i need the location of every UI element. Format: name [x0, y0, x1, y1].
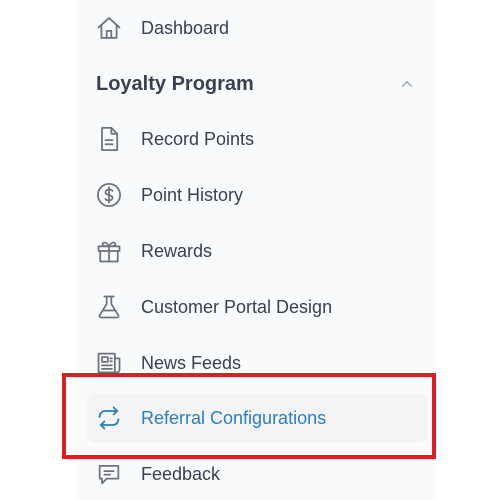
sidebar: Dashboard Loyalty Program Record Points …	[76, 0, 436, 500]
sidebar-item-referral-configurations[interactable]: Referral Configurations	[86, 393, 428, 443]
loyalty-program-section-header[interactable]: Loyalty Program	[96, 62, 418, 106]
sidebar-item-customer-portal-design[interactable]: Customer Portal Design	[86, 282, 428, 332]
gift-icon	[94, 236, 124, 266]
document-icon	[94, 124, 124, 154]
sidebar-item-label: Dashboard	[141, 17, 230, 38]
sidebar-item-label: Referral Configurations	[141, 407, 327, 428]
sidebar-item-label: Record Points	[141, 128, 255, 149]
sidebar-item-record-points[interactable]: Record Points	[86, 114, 428, 164]
chevron-up-icon[interactable]	[396, 73, 418, 95]
dollar-circle-icon	[94, 180, 124, 210]
sidebar-item-rewards[interactable]: Rewards	[86, 226, 428, 276]
flask-icon	[94, 292, 124, 322]
refresh-arrows-icon	[94, 403, 124, 433]
sidebar-item-point-history[interactable]: Point History	[86, 170, 428, 220]
screenshot-canvas: Dashboard Loyalty Program Record Points …	[0, 0, 500, 500]
sidebar-item-label: Customer Portal Design	[141, 296, 333, 317]
sidebar-item-label: Point History	[141, 184, 244, 205]
newspaper-icon	[94, 348, 124, 378]
home-icon	[94, 13, 124, 43]
section-title: Loyalty Program	[96, 72, 254, 95]
sidebar-item-label: Feedback	[141, 463, 221, 484]
sidebar-item-news-feeds[interactable]: News Feeds	[86, 338, 428, 388]
sidebar-item-label: Rewards	[141, 240, 213, 261]
sidebar-item-feedback[interactable]: Feedback	[86, 449, 428, 499]
chat-bubble-icon	[94, 459, 124, 489]
sidebar-item-label: News Feeds	[141, 352, 242, 373]
sidebar-item-dashboard[interactable]: Dashboard	[86, 3, 428, 53]
